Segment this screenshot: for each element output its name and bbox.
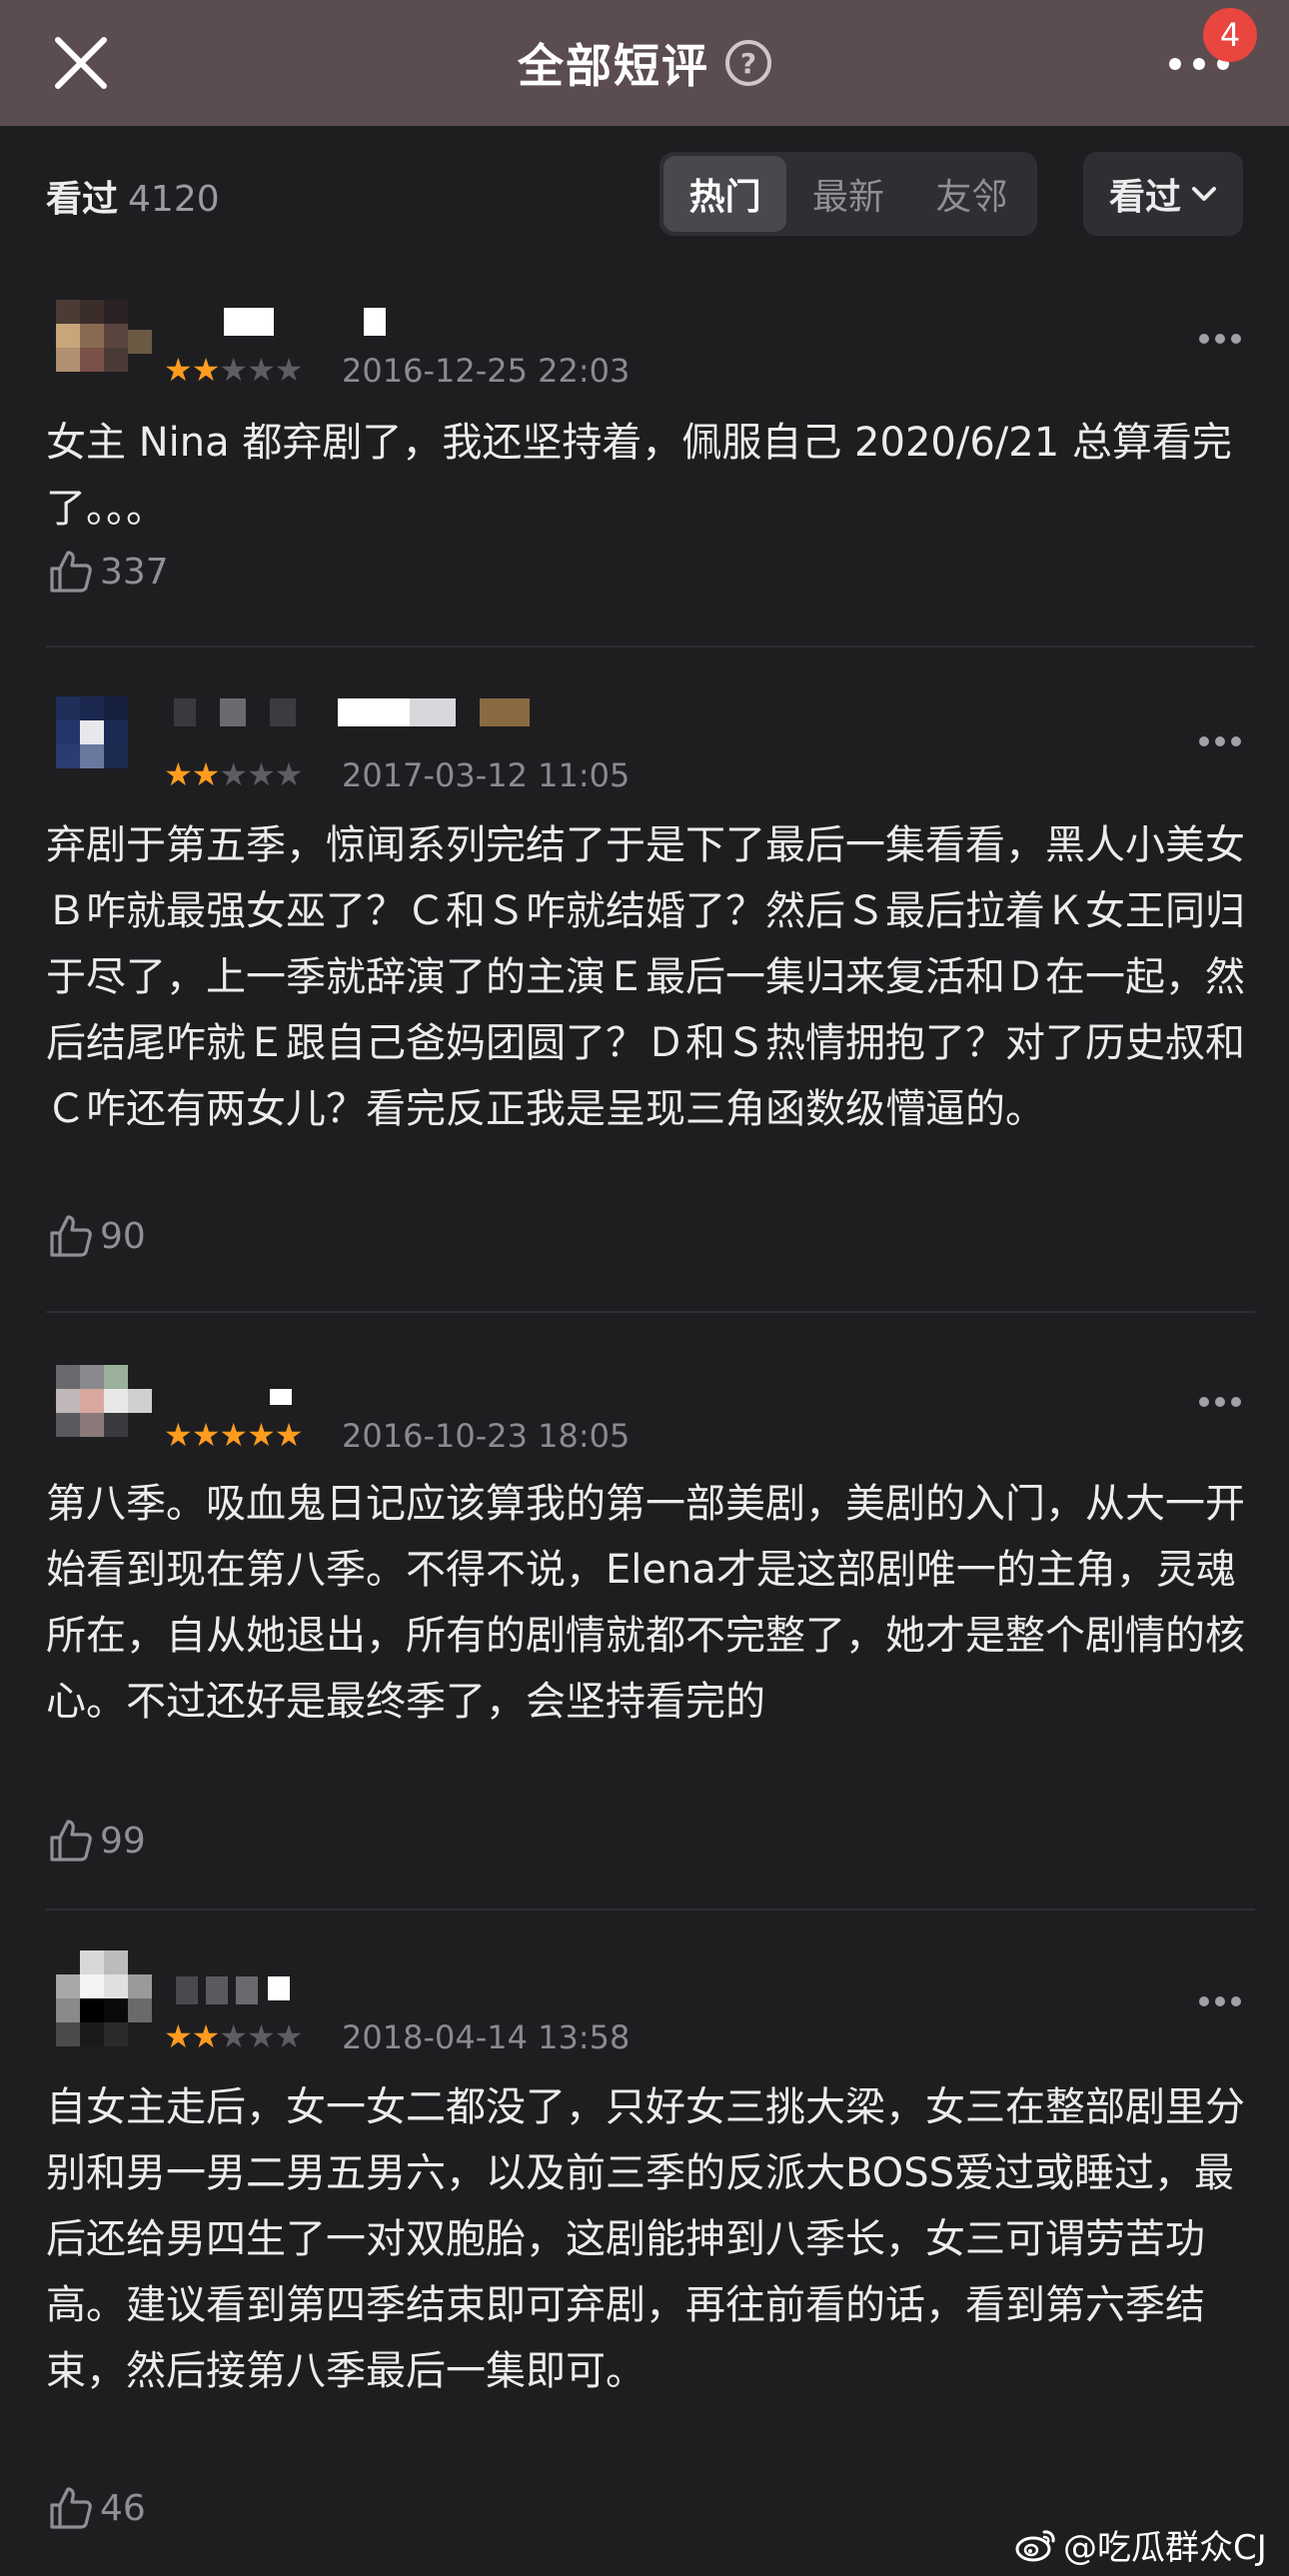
star-empty-icon: ★ — [274, 2017, 304, 2055]
more-icon — [1169, 58, 1181, 70]
review-more-button[interactable] — [1195, 730, 1245, 754]
thumbs-up-icon — [50, 1820, 92, 1862]
review-time: 2016-10-23 18:05 — [342, 1417, 631, 1455]
tab-latest[interactable]: 最新 — [786, 156, 909, 232]
watched-label: 看过 — [46, 179, 119, 220]
chevron-down-icon — [1192, 187, 1216, 201]
star-rating: ★★★★★ — [164, 2017, 304, 2055]
avatar[interactable] — [56, 290, 152, 386]
star-rating: ★★★★★ — [164, 1416, 304, 1454]
star-rating: ★★★★★ — [164, 351, 304, 389]
star-filled-icon: ★ — [164, 1416, 193, 1454]
tab-hot[interactable]: 热门 — [663, 156, 787, 232]
review-text: 第八季。吸血鬼日记应该算我的第一部美剧，美剧的入门，从大一开始看到现在第八季。不… — [46, 1481, 1245, 1725]
star-filled-icon: ★ — [191, 1416, 221, 1454]
title-group: 全部短评 ? — [0, 30, 1289, 96]
star-rating: ★★★★★ — [164, 755, 304, 793]
review-text: 女主 Nina 都弃剧了，我还坚持着，佩服自己 2020/6/21 总算看完了。… — [46, 420, 1232, 532]
star-filled-icon: ★ — [191, 755, 221, 793]
watermark: @吃瓜群众CJ — [1015, 2520, 1267, 2569]
review-time: 2017-03-12 11:05 — [342, 756, 631, 794]
like-count: 46 — [100, 2487, 146, 2529]
like-count: 90 — [100, 1215, 146, 1257]
like-button[interactable]: 99 — [46, 1815, 146, 1867]
star-filled-icon: ★ — [191, 2017, 221, 2055]
review-time: 2016-12-25 22:03 — [342, 352, 631, 390]
thumbs-up-icon — [50, 551, 92, 593]
divider — [46, 1909, 1255, 1911]
review-time: 2018-04-14 13:58 — [342, 2018, 631, 2056]
like-button[interactable]: 337 — [46, 546, 169, 598]
divider — [46, 645, 1255, 647]
star-empty-icon: ★ — [274, 755, 304, 793]
avatar[interactable] — [56, 1950, 152, 2046]
star-filled-icon: ★ — [219, 1416, 248, 1454]
star-filled-icon: ★ — [247, 1416, 276, 1454]
star-filled-icon: ★ — [274, 1416, 304, 1454]
star-empty-icon: ★ — [274, 351, 304, 389]
watched-number: 4120 — [128, 179, 220, 220]
status-dropdown[interactable]: 看过 — [1083, 152, 1243, 236]
review-text: 弃剧于第五季，惊闻系列完结了于是下了最后一集看看，黑人小美女Ｂ咋就最强女巫了？Ｃ… — [46, 822, 1245, 1132]
review-more-button[interactable] — [1195, 1990, 1245, 2014]
watermark-text: @吃瓜群众CJ — [1063, 2528, 1267, 2568]
star-filled-icon: ★ — [164, 755, 193, 793]
help-icon[interactable]: ? — [725, 40, 771, 86]
status-dropdown-label: 看过 — [1108, 177, 1181, 218]
like-count: 337 — [100, 551, 169, 593]
review-more-button[interactable] — [1195, 1391, 1245, 1415]
avatar[interactable] — [56, 694, 152, 790]
more-icon — [1193, 58, 1205, 70]
avatar[interactable] — [56, 1359, 152, 1455]
weibo-icon — [1015, 2529, 1055, 2561]
star-empty-icon: ★ — [247, 755, 276, 793]
star-filled-icon: ★ — [191, 351, 221, 389]
page-title: 全部短评 — [518, 39, 709, 93]
watched-count: 看过 4120 — [46, 170, 220, 222]
star-empty-icon: ★ — [247, 351, 276, 389]
top-bar: 全部短评 ? 4 — [0, 0, 1289, 126]
tab-friends[interactable]: 友邻 — [910, 156, 1033, 232]
star-empty-icon: ★ — [219, 351, 248, 389]
like-button[interactable]: 90 — [46, 1210, 146, 1262]
like-count: 99 — [100, 1820, 146, 1862]
star-filled-icon: ★ — [164, 2017, 193, 2055]
review-text: 自女主走后，女一女二都没了，只好女三挑大梁，女三在整部剧里分别和男一男二男五男六… — [46, 2084, 1245, 2394]
review-more-button[interactable] — [1195, 328, 1245, 352]
thumbs-up-icon — [50, 1215, 92, 1257]
star-empty-icon: ★ — [219, 755, 248, 793]
notification-badge: 4 — [1203, 8, 1257, 62]
divider — [46, 1311, 1255, 1313]
star-filled-icon: ★ — [164, 351, 193, 389]
star-empty-icon: ★ — [247, 2017, 276, 2055]
thumbs-up-icon — [50, 2487, 92, 2529]
like-button[interactable]: 46 — [46, 2482, 146, 2534]
sort-tabs: 热门 最新 友邻 — [659, 152, 1037, 236]
star-empty-icon: ★ — [219, 2017, 248, 2055]
